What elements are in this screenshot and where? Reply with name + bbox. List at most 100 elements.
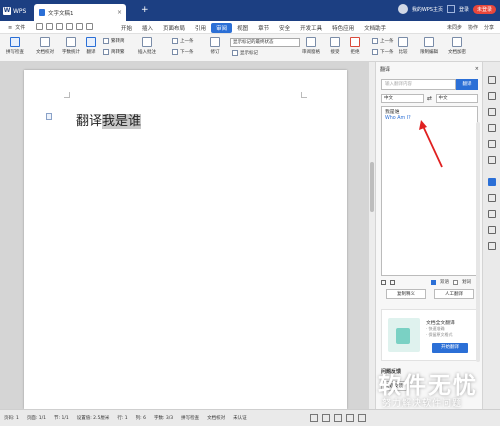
spell-check-label: 拼写检查: [6, 50, 24, 55]
copy-translation-button[interactable]: 复制释义: [386, 289, 426, 299]
encrypt-document-button[interactable]: 文档加密: [448, 37, 466, 55]
delete-icon[interactable]: [390, 279, 395, 285]
track-changes-button[interactable]: 修订: [210, 37, 220, 55]
wps-menu-button[interactable]: W WPS: [3, 5, 31, 17]
document-text[interactable]: 翻译我是谁: [76, 110, 142, 129]
accept-button[interactable]: 接受: [330, 37, 340, 55]
save-icon[interactable]: [36, 23, 43, 30]
bilingual-label: 双语: [440, 280, 449, 285]
translate-button[interactable]: 翻译: [86, 37, 96, 55]
account-link[interactable]: 登录: [459, 6, 469, 13]
rail-translate-icon[interactable]: [488, 178, 496, 186]
show-markup-button[interactable]: 显示标记: [232, 50, 258, 56]
collaborate-button[interactable]: 协作: [468, 24, 478, 31]
rail-star-icon[interactable]: [488, 140, 496, 148]
swap-languages-icon[interactable]: ⇄: [426, 95, 434, 102]
rail-map-icon[interactable]: [488, 124, 496, 132]
panel-scrollbar[interactable]: [476, 122, 480, 362]
outline-view-icon[interactable]: [334, 414, 342, 422]
redo-icon[interactable]: [86, 23, 93, 30]
print-icon[interactable]: [56, 23, 63, 30]
menu-features[interactable]: 特色应用: [327, 23, 359, 33]
rail-pen-icon[interactable]: [488, 76, 496, 84]
prev-change-button[interactable]: 上一条: [372, 38, 394, 44]
sync-status[interactable]: 未同步: [447, 24, 462, 31]
menu-references[interactable]: 引用: [190, 23, 211, 33]
menu-tabs: 开始 插入 页面布局 引用 审阅 视图 章节 安全 开发工具 特色应用 文档助手: [116, 23, 391, 33]
document-scroll-thumb[interactable]: [370, 162, 374, 212]
word-count-button[interactable]: 字数统计: [62, 37, 80, 55]
share-button[interactable]: 分享: [484, 24, 494, 31]
simp-to-trad-icon: [103, 49, 109, 55]
target-language-select[interactable]: 中文: [435, 94, 478, 103]
status-spell-check[interactable]: 拼写检查: [181, 415, 199, 421]
file-menu[interactable]: ≡ 文件: [8, 24, 25, 32]
status-certification[interactable]: 未认证: [233, 415, 247, 421]
reject-button[interactable]: 拒绝: [350, 37, 360, 55]
next-comment-button[interactable]: 下一条: [172, 49, 194, 55]
source-language-select[interactable]: 中文: [381, 94, 424, 103]
undo-icon[interactable]: [76, 23, 83, 30]
review-pane-button[interactable]: 审阅窗格: [302, 37, 320, 55]
menu-security[interactable]: 安全: [274, 23, 295, 33]
translate-input[interactable]: 输入翻译内容: [381, 79, 456, 90]
review-ribbon: 拼写检查 文档校对 字数统计 翻译 繁转简 简转繁 插入批注 上一条 下一条 修…: [0, 34, 500, 62]
menu-review[interactable]: 审阅: [211, 23, 233, 33]
document-tab[interactable]: 文字文稿1 ×: [34, 4, 126, 21]
paragraph-handle-icon[interactable]: [46, 113, 52, 120]
menu-doc-assistant[interactable]: 文档助手: [359, 23, 391, 33]
document-icon: [39, 9, 45, 16]
rail-shape-icon[interactable]: [488, 108, 496, 116]
menu-view[interactable]: 视图: [232, 23, 253, 33]
menu-section[interactable]: 章节: [253, 23, 274, 33]
rail-select-icon[interactable]: [488, 92, 496, 100]
rail-history-icon[interactable]: [488, 226, 496, 234]
web-view-icon[interactable]: [346, 414, 354, 422]
menu-layout[interactable]: 页面布局: [158, 23, 190, 33]
window-layout-icon[interactable]: [446, 5, 455, 13]
panel-close-icon[interactable]: ×: [475, 66, 479, 74]
close-tab-icon[interactable]: ×: [117, 9, 122, 16]
new-tab-button[interactable]: +: [141, 5, 149, 15]
hide-checkbox[interactable]: [453, 279, 458, 285]
status-page-number[interactable]: 页码: 1: [4, 415, 19, 421]
read-view-icon[interactable]: [358, 414, 366, 422]
next-change-button[interactable]: 下一条: [372, 49, 394, 55]
encrypt-icon: [452, 37, 462, 47]
prev-comment-button[interactable]: 上一条: [172, 38, 194, 44]
translate-submit-button[interactable]: 翻译: [456, 79, 478, 90]
rail-layout-icon[interactable]: [488, 194, 496, 202]
margin-corner-tl: [64, 92, 70, 98]
document-page[interactable]: 翻译我是谁: [24, 70, 347, 409]
rail-image-icon[interactable]: [488, 210, 496, 218]
traditional-to-simplified-button[interactable]: 繁转简: [103, 38, 125, 44]
export-icon[interactable]: [46, 23, 53, 30]
copy-icon[interactable]: [381, 279, 386, 285]
restrict-editing-button[interactable]: 限制编辑: [420, 37, 438, 55]
login-badge[interactable]: 未登录: [472, 4, 496, 14]
eye-icon[interactable]: [310, 414, 318, 422]
markup-display-select[interactable]: 显示标记的最终状态: [230, 38, 300, 47]
start-translate-button[interactable]: 开始翻译: [432, 343, 468, 353]
menu-insert[interactable]: 插入: [137, 23, 158, 33]
user-home-link[interactable]: 我的WPS主页: [412, 6, 443, 13]
doc-proofread-button[interactable]: 文档校对: [36, 37, 54, 55]
rail-help-icon[interactable]: [488, 242, 496, 250]
insert-comment-button[interactable]: 插入批注: [138, 37, 156, 55]
human-translation-button[interactable]: 人工翻译: [434, 289, 474, 299]
preview-icon[interactable]: [66, 23, 73, 30]
bilingual-checkbox[interactable]: [431, 279, 436, 285]
page-view-icon[interactable]: [322, 414, 330, 422]
menu-home[interactable]: 开始: [116, 23, 137, 33]
rail-copy-icon[interactable]: [488, 156, 496, 164]
status-proofread[interactable]: 文档校对: [207, 415, 225, 421]
search-icon[interactable]: [397, 4, 408, 14]
compare-button[interactable]: 比较: [398, 37, 408, 55]
menu-developer[interactable]: 开发工具: [295, 23, 327, 33]
status-word-count[interactable]: 字数: 3/3: [154, 415, 173, 421]
simplified-to-traditional-button[interactable]: 简转繁: [103, 49, 125, 55]
document-area: 翻译我是谁: [0, 62, 369, 409]
spell-check-button[interactable]: 拼写检查: [6, 37, 24, 55]
result-actions: 复制释义 人工翻译: [386, 289, 474, 299]
status-pages[interactable]: 页面: 1/1: [27, 415, 46, 421]
